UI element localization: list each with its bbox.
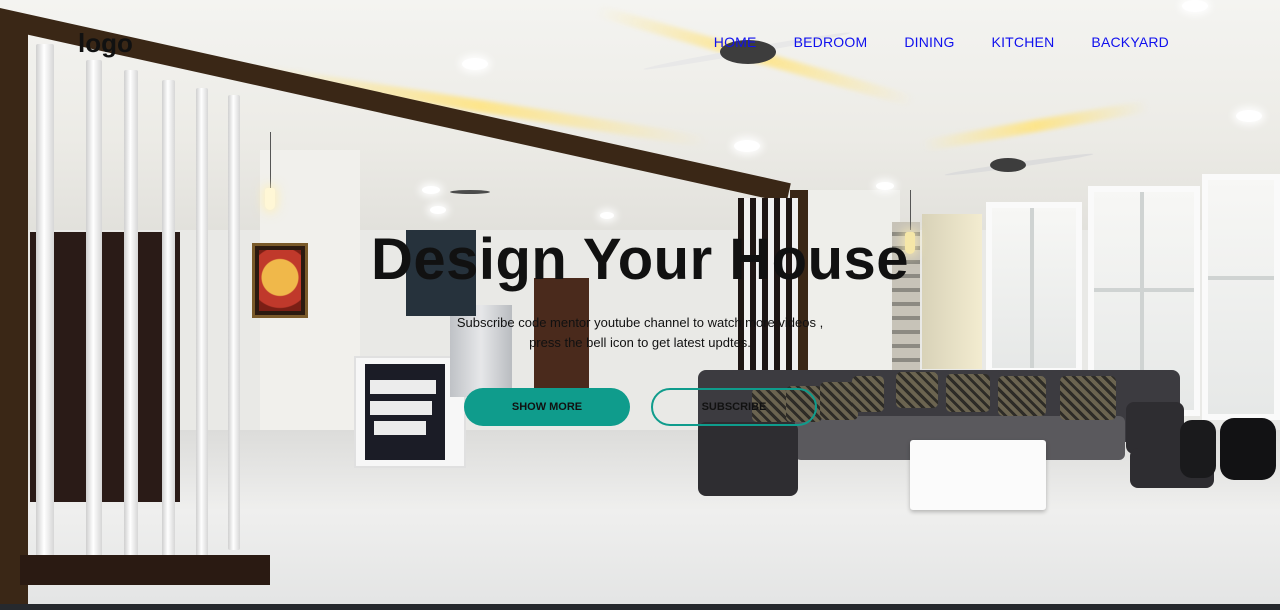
partition-bar <box>86 60 102 580</box>
main-nav: HOME BEDROOM DINING KITCHEN BACKYARD <box>714 34 1169 50</box>
partition-bar <box>196 88 208 558</box>
cushion <box>998 376 1046 416</box>
nav-item-bedroom[interactable]: BEDROOM <box>794 34 868 50</box>
ceiling-light <box>734 140 760 152</box>
drawer <box>370 380 436 394</box>
logo[interactable]: logo <box>78 28 133 59</box>
partition-bar <box>36 44 54 584</box>
ceiling-fan <box>450 190 490 194</box>
hero-title: Design Your House <box>370 227 910 292</box>
ceiling-fan <box>990 158 1026 172</box>
pendant-lamp <box>265 188 275 210</box>
ceiling-light <box>876 182 894 190</box>
partition-base <box>20 555 270 585</box>
nav-item-kitchen[interactable]: KITCHEN <box>992 34 1055 50</box>
partition-bar <box>124 70 138 570</box>
show-more-button[interactable]: SHOW MORE <box>464 388 630 426</box>
pendant-cord <box>270 132 271 190</box>
ceiling-light <box>600 212 614 219</box>
backpack <box>1220 418 1276 480</box>
ceiling-light <box>422 186 440 194</box>
ceiling-light <box>462 58 488 70</box>
backpack <box>1180 420 1216 478</box>
window <box>1202 174 1280 420</box>
hero-subtitle: Subscribe code mentor youtube channel to… <box>440 313 840 353</box>
pendant-cord <box>910 190 911 230</box>
drawer <box>370 401 432 415</box>
nav-item-dining[interactable]: DINING <box>904 34 954 50</box>
drawer <box>374 421 426 435</box>
partition-bar <box>228 95 240 550</box>
ceiling-light <box>1236 110 1262 122</box>
beam-post <box>0 25 28 605</box>
hero-background-image <box>0 0 1280 610</box>
nav-item-backyard[interactable]: BACKYARD <box>1091 34 1169 50</box>
cushion <box>1060 376 1116 420</box>
sofa-arm <box>1126 402 1184 454</box>
sofa-arm <box>698 422 798 496</box>
subscribe-button[interactable]: SUBSCRIBE <box>651 388 817 426</box>
cushion <box>852 376 884 412</box>
hero-subtitle-line-2: press the bell icon to get latest updtes… <box>529 335 751 350</box>
cushion <box>896 372 938 408</box>
coffee-table <box>910 440 1046 510</box>
partition-bar <box>162 80 175 560</box>
cushion <box>946 374 990 412</box>
hero-subtitle-line-1: Subscribe code mentor youtube channel to… <box>456 315 824 330</box>
ceiling-light <box>1182 0 1208 12</box>
bottom-strip <box>0 604 1280 610</box>
nav-item-home[interactable]: HOME <box>714 34 757 50</box>
ceiling-light <box>430 206 446 214</box>
